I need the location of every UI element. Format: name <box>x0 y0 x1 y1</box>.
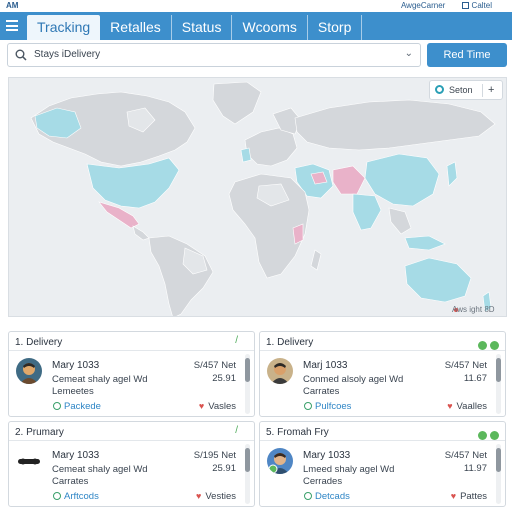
status-link[interactable]: Arftcods <box>53 491 99 502</box>
world-map[interactable] <box>8 77 507 317</box>
card-divider <box>9 350 254 351</box>
tab-tracking[interactable]: Tracking <box>27 15 101 40</box>
order-ref: S/457 Net <box>444 360 487 371</box>
tab-status[interactable]: Status <box>172 15 233 40</box>
card-title: 1. Delivery <box>15 337 63 348</box>
status-icon <box>53 492 61 500</box>
order-amount: 11.67 <box>463 373 487 384</box>
status-icon <box>304 402 312 410</box>
order-amount: 25.91 <box>212 463 236 474</box>
favorite-label: Vaalles <box>456 401 487 412</box>
avatar <box>267 358 293 384</box>
avatar <box>16 358 42 384</box>
hamburger-icon[interactable] <box>6 20 18 31</box>
search-icon <box>15 49 27 61</box>
tab-wcooms[interactable]: Wcooms <box>232 15 308 40</box>
map-attribution: Aws ight 8D <box>452 305 495 314</box>
delivery-card[interactable]: 2. Prumary / Mary 1033 S/195 Net Cemeat … <box>8 421 255 507</box>
status-time: AM <box>6 1 19 10</box>
check-icon: / <box>235 425 238 436</box>
address-line: Cemeat shaly agel Wd <box>52 464 148 475</box>
card-divider <box>260 440 505 441</box>
chevron-down-icon[interactable]: ⌄ <box>405 48 413 59</box>
card-scrollbar[interactable] <box>496 444 501 504</box>
card-scrollbar[interactable] <box>245 444 250 504</box>
card-title: 5. Fromah Fry <box>266 427 329 438</box>
account-name[interactable]: AwgeCarner <box>401 1 445 10</box>
card-divider <box>260 350 505 351</box>
customer-name: Mary 1033 <box>303 450 351 461</box>
favorite-label: Vasles <box>208 401 236 412</box>
map-control: Seton + <box>429 80 503 100</box>
status-icon <box>53 402 61 410</box>
order-ref: S/195 Net <box>193 450 236 461</box>
check-icon: / <box>235 335 238 346</box>
delivery-card[interactable]: 5. Fromah Fry Mary 1033 S/457 Net Lmeed … <box>259 421 506 507</box>
favorite-link[interactable]: ♥ Pattes <box>451 491 487 502</box>
card-title: 1. Delivery <box>266 337 314 348</box>
city-line: Cerrades <box>303 476 343 487</box>
customer-name: Mary 1033 <box>52 360 100 371</box>
city-line: Carrates <box>303 386 340 397</box>
search-value: Stays iDelivery <box>34 49 101 60</box>
status-label: Arftcods <box>64 491 99 502</box>
tab-bar: Tracking Retalles Status Wcooms Storp <box>27 15 363 40</box>
status-link[interactable]: Packede <box>53 401 101 412</box>
favorite-label: Vesties <box>205 491 236 502</box>
top-nav: Tracking Retalles Status Wcooms Storp <box>0 12 512 40</box>
status-label: Pulfcoes <box>315 401 352 412</box>
favorite-link[interactable]: ♥ Vesties <box>196 491 236 502</box>
status-dots <box>475 337 499 355</box>
order-amount: 11.97 <box>463 463 487 474</box>
card-divider <box>9 440 254 441</box>
address-line: Conmed alsoly agel Wd <box>303 374 404 385</box>
card-title: 2. Prumary <box>15 427 64 438</box>
heart-icon: ♥ <box>198 401 205 411</box>
favorite-label: Pattes <box>460 491 487 502</box>
delivery-card[interactable]: 1. Delivery / Mary 1033 S/457 Net Cemeat… <box>8 331 255 417</box>
status-icon <box>304 492 312 500</box>
zoom-in-button[interactable]: + <box>488 81 494 100</box>
status-link[interactable]: Pulfcoes <box>304 401 351 412</box>
avatar <box>267 448 293 474</box>
card-scrollbar[interactable] <box>245 354 250 414</box>
status-link[interactable]: Detcads <box>304 491 350 502</box>
status-label: Detcads <box>315 491 350 502</box>
status-action[interactable]: Caltel <box>461 1 492 10</box>
status-dots <box>475 427 499 445</box>
order-ref: S/457 Net <box>444 450 487 461</box>
pin-icon[interactable] <box>435 85 444 94</box>
tab-storp[interactable]: Storp <box>308 15 363 40</box>
delivery-card[interactable]: 1. Delivery Marj 1033 S/457 Net Conmed a… <box>259 331 506 417</box>
map-control-divider <box>482 84 483 97</box>
customer-name: Marj 1033 <box>303 360 348 371</box>
heart-icon: ♥ <box>196 491 202 501</box>
checkbox-icon <box>461 2 469 9</box>
favorite-link[interactable]: ♥ Vaalles <box>447 401 487 412</box>
address-line: Lmeed shaly agel Wd <box>303 464 395 475</box>
heart-icon: ♥ <box>450 491 457 501</box>
card-scrollbar[interactable] <box>496 354 501 414</box>
order-ref: S/457 Net <box>193 360 236 371</box>
real-time-button[interactable]: Red Time <box>427 43 507 67</box>
address-line: Cemeat shaly agel Wd <box>52 374 148 385</box>
order-amount: 25.91 <box>212 373 236 384</box>
map-control-label[interactable]: Seton <box>449 81 473 100</box>
avatar <box>16 448 42 474</box>
status-label: Packede <box>64 401 101 412</box>
world-map-graphic <box>30 81 496 316</box>
status-action-label: Caltel <box>471 1 492 10</box>
tab-retalles[interactable]: Retalles <box>100 15 172 40</box>
status-bar: AM AwgeCarner Caltel <box>0 0 512 12</box>
favorite-link[interactable]: ♥ Vasles <box>199 401 236 412</box>
status-right: AwgeCarner Caltel <box>387 0 492 12</box>
customer-name: Mary 1033 <box>52 450 100 461</box>
search-select[interactable]: Stays iDelivery ⌄ <box>7 43 421 67</box>
city-line: Lemeetes <box>52 386 94 397</box>
heart-icon: ♥ <box>447 401 453 411</box>
city-line: Carrates <box>52 476 89 487</box>
